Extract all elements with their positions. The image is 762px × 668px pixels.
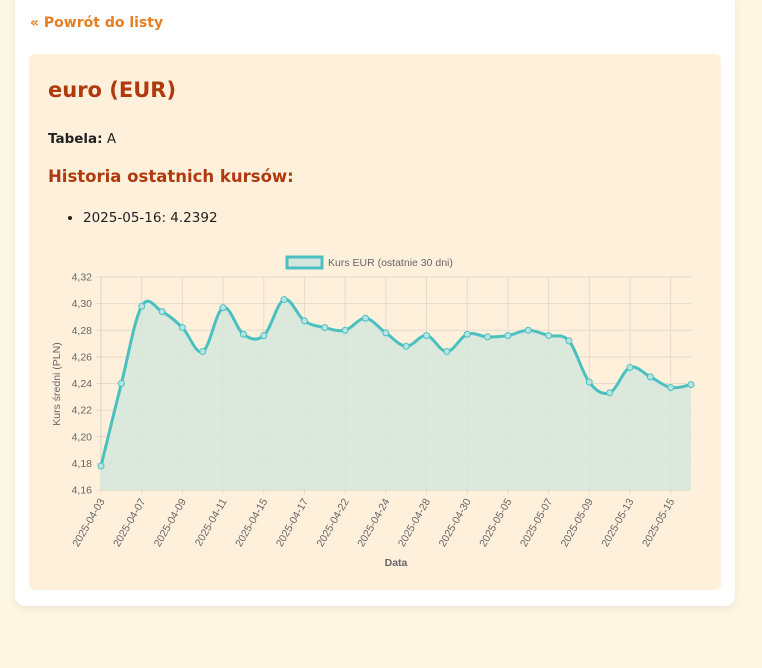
x-tick-label: 2025-05-07: [518, 496, 555, 549]
data-point: [484, 333, 492, 341]
x-tick-label: 2025-04-28: [396, 496, 433, 549]
data-point: [463, 330, 471, 338]
x-tick-label: 2025-04-03: [70, 496, 107, 549]
rate-chart: 4,32 4,30 4,28 4,26 4,24 4,22 4,20 4,18 4,16 202…: [51, 255, 695, 569]
x-tick-label: 2025-04-07: [111, 496, 148, 549]
x-axis: 2025-04-03 2025-04-07 2025-04-09 2025-04-11…: [70, 496, 677, 549]
data-point: [341, 326, 349, 334]
legend-swatch: [285, 255, 324, 270]
data-point: [545, 332, 553, 340]
legend-label: Kurs EUR (ostatnie 30 dni): [328, 257, 453, 269]
y-tick-label: 4,18: [72, 458, 93, 470]
x-axis-label: Data: [385, 557, 408, 569]
x-tick-label: 2025-04-30: [437, 496, 474, 549]
data-point: [321, 324, 329, 332]
data-point: [667, 383, 675, 391]
y-tick-label: 4,24: [72, 378, 93, 390]
data-point: [626, 364, 634, 372]
data-point: [443, 348, 451, 356]
data-point: [402, 342, 410, 350]
data-point: [178, 324, 186, 332]
data-point: [524, 326, 532, 334]
x-tick-label: 2025-04-11: [193, 496, 230, 548]
data-point: [300, 317, 308, 325]
y-tick-label: 4,32: [72, 272, 93, 284]
x-tick-label: 2025-04-22: [314, 496, 351, 549]
data-point: [138, 302, 146, 310]
data-point: [646, 373, 654, 381]
data-point: [504, 332, 512, 340]
x-tick-label: 2025-04-17: [274, 496, 311, 549]
series-area: [101, 299, 691, 490]
data-point: [158, 308, 166, 316]
y-tick-label: 4,30: [72, 298, 93, 310]
chart-legend: Kurs EUR (ostatnie 30 dni): [285, 255, 453, 270]
data-point: [382, 329, 390, 337]
data-point: [117, 380, 125, 387]
x-tick-label: 2025-04-09: [152, 496, 189, 549]
data-point: [585, 378, 593, 386]
data-point: [97, 462, 105, 470]
y-tick-label: 4,28: [72, 325, 93, 337]
y-tick-label: 4,20: [72, 431, 93, 443]
y-tick-label: 4,16: [72, 485, 93, 497]
x-tick-label: 2025-05-09: [559, 496, 596, 549]
x-tick-label: 2025-04-24: [355, 496, 392, 549]
data-point: [423, 332, 431, 340]
data-point: [199, 348, 207, 356]
y-tick-label: 4,22: [72, 405, 93, 417]
data-point: [280, 296, 288, 304]
x-tick-label: 2025-05-05: [477, 496, 514, 549]
chart-container: 4,32 4,30 4,28 4,26 4,24 4,22 4,20 4,18 4,16 202…: [0, 0, 762, 668]
data-point: [606, 389, 614, 397]
data-point: [219, 304, 227, 312]
data-point: [361, 314, 369, 322]
x-tick-label: 2025-05-15: [640, 496, 677, 549]
data-point: [687, 381, 695, 389]
data-point: [260, 332, 268, 340]
x-tick-label: 2025-04-15: [233, 496, 270, 549]
y-axis: 4,32 4,30 4,28 4,26 4,24 4,22 4,20 4,18 4,16: [72, 272, 93, 497]
y-axis-label: Kurs średni (PLN): [51, 342, 63, 425]
x-tick-label: 2025-05-13: [599, 496, 636, 549]
data-point: [565, 337, 573, 345]
data-point: [239, 330, 247, 338]
y-tick-label: 4,26: [72, 351, 93, 363]
